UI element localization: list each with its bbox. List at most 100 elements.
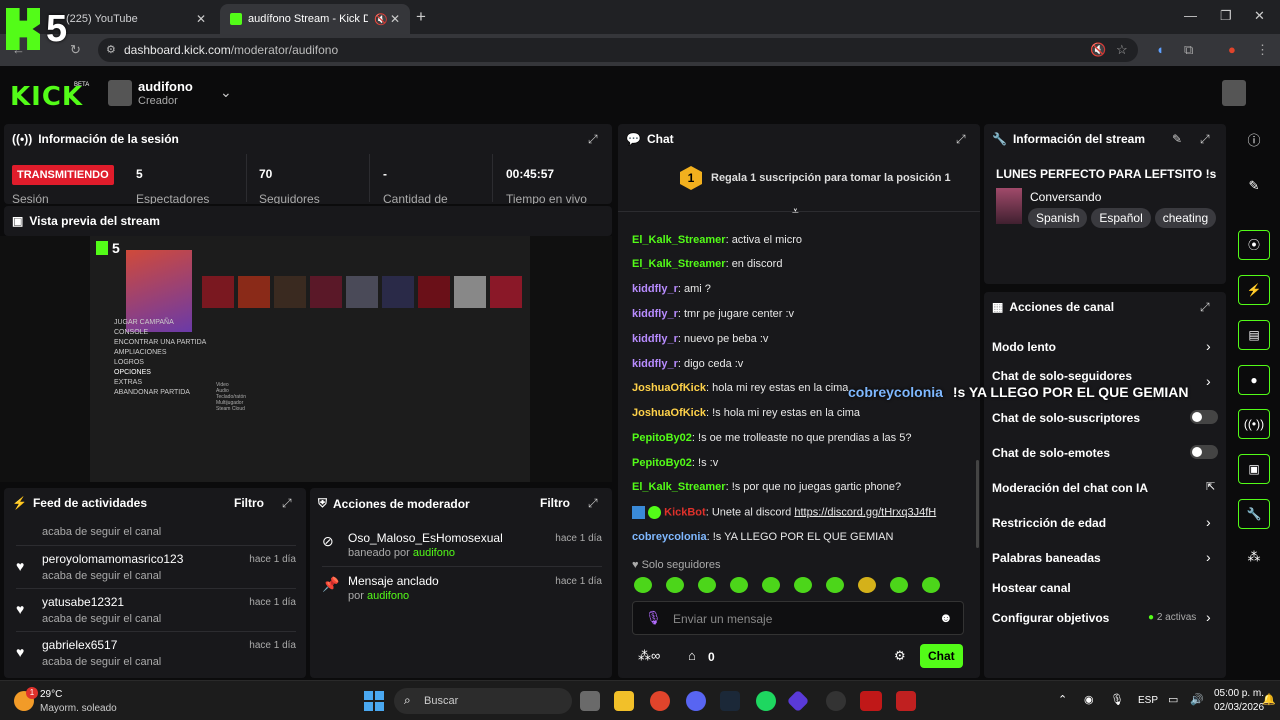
microphone-icon[interactable]: 🎙 [1110,693,1124,706]
emote-icon[interactable] [634,577,652,593]
clock-date[interactable]: 02/03/2026 [1214,702,1264,713]
chat-input[interactable]: 🎙 Enviar un mensaje ☻ [632,601,964,635]
task-view-icon[interactable] [580,691,600,711]
expand-icon[interactable]: ⤢ [588,132,598,147]
chevron-right-icon[interactable]: › [1206,373,1211,389]
obs-icon[interactable] [826,691,846,711]
followers-only-chat-item[interactable]: Chat de solo-seguidores [992,369,1132,383]
chevron-right-icon[interactable]: › [1206,609,1211,625]
game-icon[interactable] [896,691,916,711]
host-channel-item[interactable]: Hostear canal [992,581,1071,595]
expand-icon[interactable]: ⤢ [588,496,598,511]
clock-time[interactable]: 05:00 p. m. [1214,688,1264,699]
emoji-picker-icon[interactable]: ☻ [939,610,953,625]
camera-icon[interactable]: ⦿ [1238,230,1270,260]
discord-link[interactable]: https://discord.gg/tHrxq3J4fH [794,506,936,518]
emote-icon[interactable] [698,577,716,593]
minimize-icon[interactable]: — [1184,8,1197,23]
chat-scrollbar[interactable] [976,460,979,548]
emote-icon[interactable] [762,577,780,593]
emote-icon[interactable] [826,577,844,593]
url-input[interactable]: ⚙ dashboard.kick.com/moderator/audifono [98,38,1138,62]
language-indicator[interactable]: ESP [1138,695,1158,706]
external-link-icon[interactable]: ⇱ [1206,480,1215,493]
emote-icon[interactable] [890,577,908,593]
slow-mode-item[interactable]: Modo lento [992,340,1056,354]
network-icon[interactable]: ▭ [1168,693,1178,706]
extensions-puzzle-icon[interactable]: ⧉ [1184,42,1193,58]
expand-icon[interactable]: ⤢ [282,496,292,511]
feed-filter-button[interactable]: Filtro [234,496,264,510]
points-icon[interactable]: ⁂∞ [638,648,660,664]
volume-icon[interactable]: 🔊 [1190,693,1204,706]
tray-app-icon[interactable]: ◉ [1084,693,1094,706]
user-avatar[interactable] [1222,80,1246,106]
taskbar-search[interactable]: ⌕ Buscar [394,688,572,714]
chat-bubble-icon[interactable]: ● [1238,365,1270,395]
pinned-collapse-icon[interactable]: ⩡ [792,204,799,219]
close-icon[interactable]: ✕ [196,12,206,26]
monitor-icon[interactable]: ▣ [1238,454,1270,484]
chevron-right-icon[interactable]: › [1206,514,1211,530]
emotes-only-toggle[interactable] [1190,445,1218,459]
windows-start-icon[interactable] [364,691,384,711]
window-close-icon[interactable]: ✕ [1254,8,1265,24]
wrench-icon[interactable]: 🔧 [1238,499,1270,529]
lightning-icon[interactable]: ⚡ [1238,275,1270,305]
stream-preview-video[interactable]: 5 JUGAR CAMPAÑA CONSOLE ENCONTRAR UNA PA… [0,236,612,482]
steam-icon[interactable] [720,691,740,711]
extension-icon[interactable]: ◖ [1156,42,1164,57]
microphone-icon[interactable]: 🎙 [645,610,662,626]
stream-category[interactable]: Conversando [1030,190,1101,204]
emote-icon[interactable] [922,577,940,593]
mute-tab-icon[interactable]: 🔇 [374,13,388,26]
feed-item-name[interactable]: peroyolomamomasrico123 [42,552,183,566]
expand-icon[interactable]: ⤢ [1200,132,1210,147]
subscribers-only-toggle[interactable] [1190,410,1218,424]
banned-words-item[interactable]: Palabras baneadas [992,551,1101,565]
edit-pencil-icon[interactable]: ✎ [1172,132,1182,146]
mute-site-icon[interactable]: 🔇 [1090,42,1106,58]
chevron-right-icon[interactable]: › [1206,549,1211,565]
browser-menu-icon[interactable]: ⋮ [1256,42,1269,58]
expand-icon[interactable]: ⤢ [1200,300,1210,315]
chat-settings-gear-icon[interactable]: ⚙ [894,648,906,664]
expand-icon[interactable]: ⤢ [956,132,966,147]
emote-icon[interactable] [666,577,684,593]
notifications-icon[interactable]: 🔔 [1262,693,1276,706]
emote-icon[interactable] [858,577,876,593]
age-restriction-item[interactable]: Restricción de edad [992,516,1106,530]
site-info-icon[interactable]: ⚙ [106,43,116,56]
feed-item-name[interactable]: gabrielex6517 [42,638,117,652]
file-explorer-icon[interactable] [614,691,634,711]
bookmark-star-icon[interactable]: ☆ [1116,42,1128,58]
discord-icon[interactable] [686,691,706,711]
chrome-icon[interactable] [650,691,670,711]
store-icon[interactable]: ⌂ [688,648,696,663]
mod-item-name[interactable]: Oso_Maloso_EsHomosexual [348,531,503,545]
ai-moderation-item[interactable]: Moderación del chat con IA [992,481,1148,495]
mod-item-name[interactable]: Mensaje anclado [348,574,439,588]
new-tab-icon[interactable]: + [416,7,426,27]
notes-icon[interactable]: ▤ [1238,320,1270,350]
chevron-right-icon[interactable]: › [1206,338,1211,354]
kick-logo[interactable]: KICK [10,82,83,112]
close-icon[interactable]: ✕ [390,12,400,26]
tray-expand-icon[interactable]: ⌃ [1058,693,1067,706]
chevron-down-icon[interactable]: ⌄ [220,84,232,101]
spotify-icon[interactable] [756,691,776,711]
voicemeeter-icon[interactable] [860,691,882,711]
configure-goals-item[interactable]: Configurar objetivos [992,611,1109,625]
app-icon[interactable] [786,689,810,713]
broadcast-icon[interactable]: ((•)) [1238,409,1270,439]
points-icon[interactable]: ⁂ [1238,543,1270,573]
tab-kick[interactable]: audífono Stream - Kick Das 🔇 ✕ [220,4,410,34]
edit-pencil-icon[interactable]: ✎ [1238,172,1270,202]
gift-prompt[interactable]: Regala 1 suscripción para tomar la posic… [711,172,951,184]
emote-icon[interactable] [794,577,812,593]
mod-filter-button[interactable]: Filtro [540,496,570,510]
emote-icon[interactable] [730,577,748,593]
maximize-icon[interactable]: ❐ [1220,8,1232,24]
feed-item-name[interactable]: yatusabe12321 [42,595,124,609]
info-icon[interactable]: ⓘ [1238,127,1270,157]
